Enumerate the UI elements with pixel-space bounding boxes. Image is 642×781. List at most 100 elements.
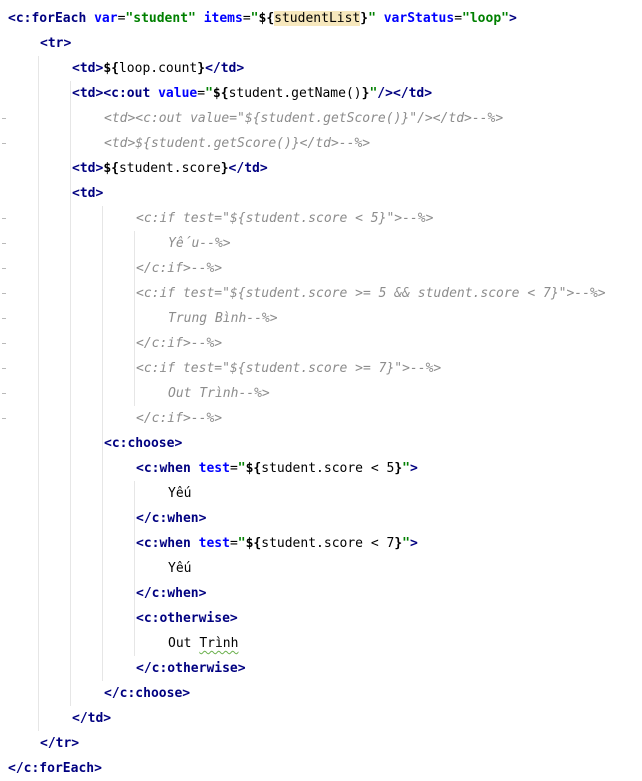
code-token: > <box>409 536 418 551</box>
code-line[interactable]: <td>${loop.count}</td> <box>72 56 244 81</box>
code-token: ${ <box>103 161 119 176</box>
code-token: = <box>197 86 206 101</box>
code-token: } <box>360 11 369 26</box>
code-line[interactable]: <td>${student.score}</td> <box>72 156 268 181</box>
code-token: <td> <box>72 186 104 201</box>
code-token: " <box>368 11 376 26</box>
code-token: Trình <box>199 636 239 651</box>
code-token: ${ <box>212 86 229 101</box>
code-line[interactable]: </td> <box>72 706 111 731</box>
fold-marker[interactable] <box>2 393 6 394</box>
code-token: "student" <box>125 11 196 26</box>
code-line[interactable]: </c:if>--%> <box>136 331 222 356</box>
code-token: "loop" <box>462 11 509 26</box>
code-token: Out Trình--%> <box>168 386 270 401</box>
code-token: <c:if test="${student.score < 5}">--%> <box>136 211 434 226</box>
fold-marker[interactable] <box>2 143 6 144</box>
code-token: value <box>158 86 198 101</box>
code-token: loop.count <box>118 61 198 76</box>
code-token: <c:choose> <box>104 436 183 451</box>
code-line[interactable]: <c:choose> <box>104 431 182 456</box>
code-line[interactable]: </tr> <box>40 731 79 756</box>
code-line[interactable]: <c:if test="${student.score >= 5 && stud… <box>136 281 606 306</box>
code-token: } <box>394 461 403 476</box>
code-line[interactable]: </c:if>--%> <box>136 256 222 281</box>
code-token: test <box>198 461 230 476</box>
fold-marker[interactable] <box>2 243 6 244</box>
code-token: Yếu--%> <box>168 236 231 251</box>
code-token: <td>${student.getScore()}</td>--%> <box>104 136 371 151</box>
fold-marker[interactable] <box>2 118 6 119</box>
code-token: <td><c:out value="${student.getScore()}"… <box>104 111 504 126</box>
code-token: student.score <box>118 161 221 176</box>
code-token: items <box>203 11 243 26</box>
code-line[interactable]: <c:when test="${student.score < 5}"> <box>136 456 418 481</box>
code-token: = <box>229 461 238 476</box>
indent-guide <box>38 56 39 731</box>
code-line[interactable]: <td><c:out value="${student.getScore()}"… <box>104 106 503 131</box>
code-line[interactable]: </c:if>--%> <box>136 406 222 431</box>
code-token: student.getName() <box>228 86 362 101</box>
fold-marker[interactable] <box>2 268 6 269</box>
code-line[interactable]: <c:otherwise> <box>136 606 238 631</box>
fold-marker[interactable] <box>2 318 6 319</box>
code-line[interactable]: Out Trình--%> <box>168 381 270 406</box>
code-line[interactable]: </c:when> <box>136 506 206 531</box>
code-token: Yếu <box>168 486 192 501</box>
code-line[interactable]: <td> <box>72 181 103 206</box>
fold-marker[interactable] <box>2 218 6 219</box>
indent-guide <box>102 206 103 681</box>
code-line[interactable]: <c:if test="${student.score < 5}">--%> <box>136 206 433 231</box>
code-line[interactable]: </c:forEach> <box>8 756 102 781</box>
code-line[interactable]: <c:forEach var="student" items="${studen… <box>8 6 517 31</box>
indent-guide <box>70 81 71 706</box>
code-line[interactable]: <c:when test="${student.score < 7}"> <box>136 531 418 556</box>
fold-marker[interactable] <box>2 418 6 419</box>
code-token: " <box>402 461 410 476</box>
code-line[interactable]: Yếu--%> <box>168 231 231 256</box>
code-editor[interactable]: <c:forEach var="student" items="${studen… <box>0 0 642 781</box>
code-token: </c:if>--%> <box>136 336 223 351</box>
code-token: ${ <box>245 536 262 551</box>
code-line[interactable]: <c:if test="${student.score >= 7}">--%> <box>136 356 441 381</box>
code-token: </td> <box>205 61 245 76</box>
code-token: </td> <box>228 161 268 176</box>
code-token: </c:forEach> <box>8 761 102 776</box>
code-token: <c:when <box>136 536 191 551</box>
code-line[interactable]: Trung Bình--%> <box>168 306 278 331</box>
code-line[interactable]: </c:choose> <box>104 681 190 706</box>
code-token: = <box>242 11 251 26</box>
code-token: Out <box>168 636 200 651</box>
code-token: > <box>508 11 517 26</box>
code-token: </c:otherwise> <box>136 661 246 676</box>
code-token: " <box>205 86 213 101</box>
code-token: student.score < 7 <box>261 536 395 551</box>
code-token: </c:when> <box>136 511 207 526</box>
code-line[interactable]: </c:otherwise> <box>136 656 246 681</box>
code-line[interactable]: Yếu <box>168 556 191 581</box>
code-token: <td> <box>72 161 104 176</box>
fold-marker[interactable] <box>2 368 6 369</box>
editor-gutter[interactable] <box>0 0 6 781</box>
code-token: <c:when <box>136 461 191 476</box>
fold-marker[interactable] <box>2 343 6 344</box>
code-line[interactable]: Out Trình <box>168 631 238 656</box>
code-token: ${ <box>258 11 275 26</box>
code-line[interactable]: Yếu <box>168 481 191 506</box>
code-line[interactable]: <td><c:out value="${student.getName()}"/… <box>72 81 432 106</box>
code-token: = <box>229 536 238 551</box>
code-token: </c:if>--%> <box>136 261 223 276</box>
code-token: <c:out <box>103 86 151 101</box>
code-token: } <box>394 536 403 551</box>
code-token: </td> <box>392 86 433 101</box>
code-token: ${ <box>245 461 262 476</box>
fold-marker[interactable] <box>2 293 6 294</box>
code-line[interactable]: </c:when> <box>136 581 206 606</box>
indent-guide <box>134 231 135 406</box>
code-line[interactable]: <tr> <box>40 31 71 56</box>
code-line[interactable]: <td>${student.getScore()}</td>--%> <box>104 131 370 156</box>
